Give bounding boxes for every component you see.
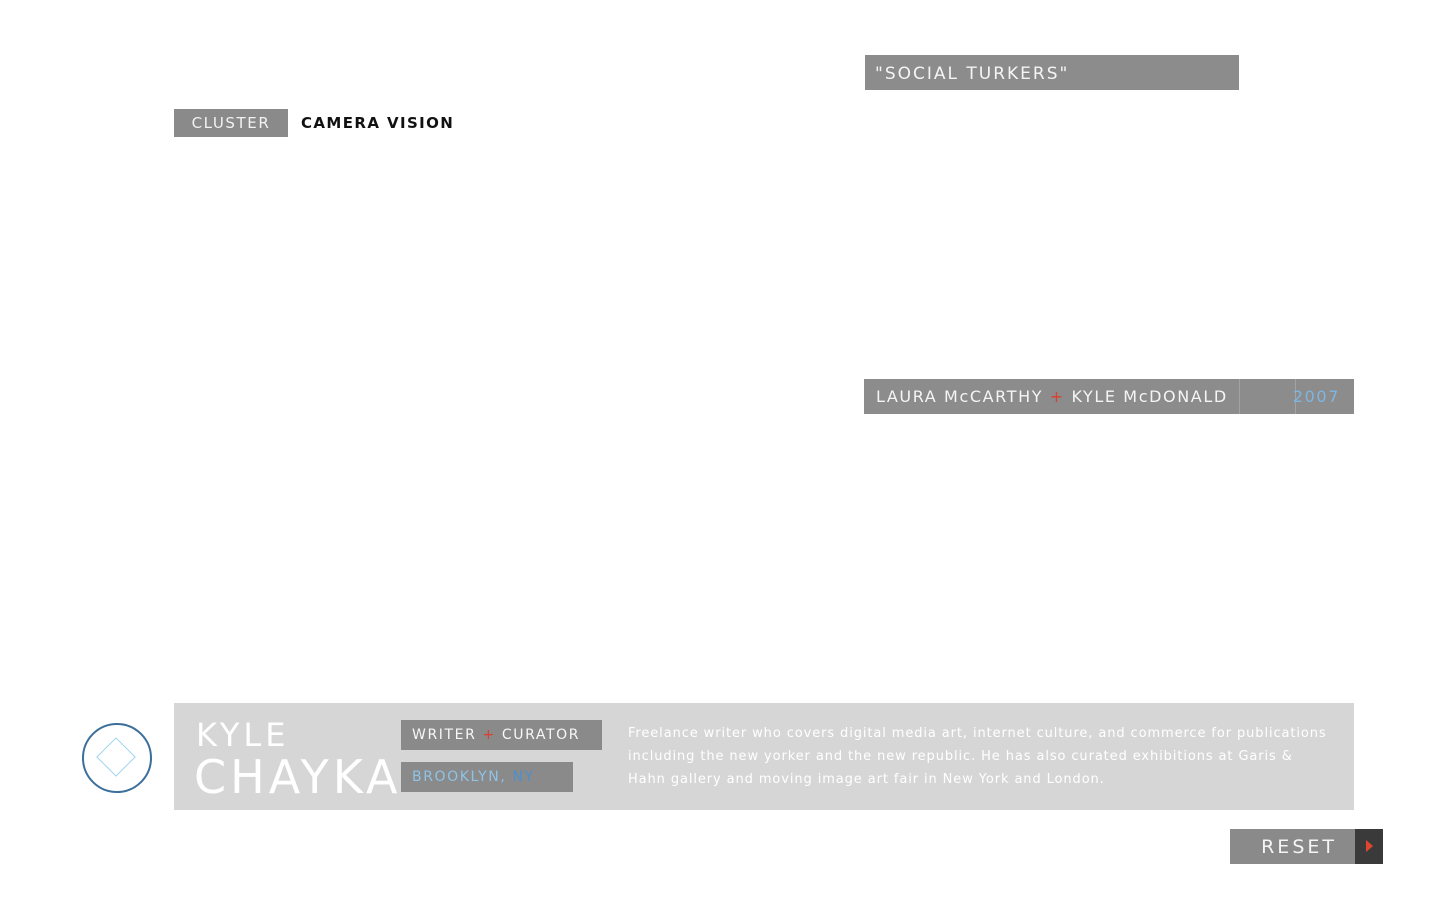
avatar[interactable] [82,723,152,793]
cluster-name: CAMERA VISION [301,114,455,132]
artist-separator: + [1049,387,1065,406]
role-separator: + [482,727,496,743]
work-year: 2007 [1292,387,1340,406]
work-credits-bar: LAURA McCARTHY + KYLE McDONALD 2007 [864,379,1354,414]
profile-location: BROOKLYN, NY [401,762,573,792]
profile-bio: Freelance writer who covers digital medi… [628,726,1327,787]
role-1: WRITER [412,727,477,743]
profile-first-name: KYLE [196,716,290,754]
reset-button[interactable]: RESET [1230,829,1383,864]
role-2: CURATOR [501,727,581,743]
location-city: BROOKLYN, [412,769,507,785]
work-title: "SOCIAL TURKERS" [865,55,1239,90]
profile-role: WRITER + CURATOR [401,720,602,750]
artist-1: LAURA McCARTHY [876,387,1044,406]
reset-label: RESET [1261,836,1337,858]
artist-names: LAURA McCARTHY + KYLE McDONALD [876,379,1228,415]
location-state: NY [512,769,535,785]
cluster-tag: CLUSTER [174,109,288,137]
diamond-icon [96,737,136,777]
divider [1239,379,1240,414]
profile-last-name: CHAYKA [194,750,402,804]
play-arrow-icon [1366,840,1373,852]
artist-2: KYLE McDONALD [1071,387,1228,406]
reset-arrow-box[interactable] [1355,829,1383,864]
